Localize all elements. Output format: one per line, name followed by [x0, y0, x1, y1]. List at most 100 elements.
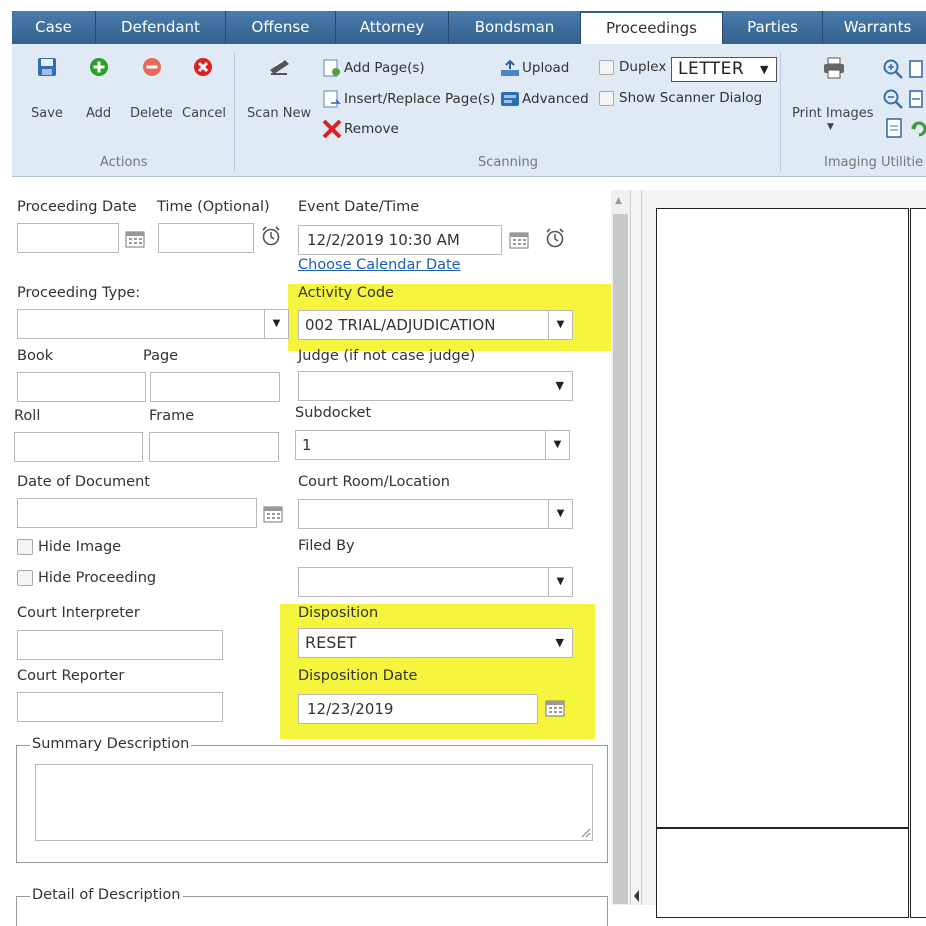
remove-button[interactable]: Remove: [322, 119, 399, 139]
add-pages-button[interactable]: Add Page(s): [322, 59, 425, 77]
ribbon-divider: [234, 52, 235, 172]
chevron-down-icon[interactable]: ▼: [264, 310, 288, 338]
collapse-arrow-icon[interactable]: [634, 890, 639, 902]
tab-proceedings[interactable]: Proceedings: [581, 11, 723, 44]
calendar-icon[interactable]: [545, 699, 565, 717]
frame-input[interactable]: [149, 432, 279, 462]
hide-proceeding-checkbox[interactable]: Hide Proceeding: [17, 570, 156, 586]
date-of-document-input[interactable]: [17, 498, 257, 528]
twain-icon: [500, 90, 520, 108]
proceeding-date-input[interactable]: [17, 223, 119, 253]
fit-width-icon[interactable]: [909, 90, 923, 112]
activity-code-select[interactable]: 002 TRIAL/ADJUDICATION ▼: [298, 310, 573, 340]
scroll-up-icon[interactable]: ▲: [615, 196, 622, 206]
hide-image-checkbox[interactable]: Hide Image: [17, 539, 121, 555]
chevron-down-icon[interactable]: ▼: [556, 372, 564, 400]
summary-description-textarea[interactable]: [35, 764, 593, 841]
chevron-down-icon[interactable]: ▼: [556, 629, 564, 657]
filed-by-label: Filed By: [298, 538, 355, 554]
insert-replace-pages-button[interactable]: Insert/Replace Page(s): [322, 90, 495, 108]
chevron-down-icon[interactable]: ▼: [548, 311, 572, 339]
save-button[interactable]: Save: [31, 106, 63, 121]
disposition-select[interactable]: RESET ▼: [298, 628, 573, 658]
show-scanner-dialog-box[interactable]: [599, 90, 614, 106]
cancel-button[interactable]: Cancel: [182, 106, 226, 121]
scan-new-button[interactable]: Scan New: [247, 106, 311, 121]
paper-size-select[interactable]: LETTER ▼: [671, 57, 777, 82]
tab-offense[interactable]: Offense: [226, 11, 336, 44]
save-icon[interactable]: [37, 57, 57, 81]
show-scanner-dialog-label: Show Scanner Dialog: [619, 90, 763, 106]
court-interpreter-input[interactable]: [17, 630, 223, 660]
book-input[interactable]: [17, 372, 146, 402]
insert-replace-label: Insert/Replace Page(s): [344, 91, 496, 107]
add-page-icon: [322, 59, 342, 77]
add-button[interactable]: Add: [86, 106, 111, 121]
delete-button[interactable]: Delete: [130, 106, 173, 121]
rotate-icon[interactable]: [910, 120, 926, 142]
tab-bar: Case Defendant Offense Attorney Bondsman…: [12, 11, 926, 44]
calendar-icon[interactable]: [263, 505, 283, 523]
roll-input[interactable]: [14, 432, 143, 462]
court-room-select[interactable]: ▼: [298, 499, 573, 529]
calendar-icon[interactable]: [125, 230, 145, 248]
page-input[interactable]: [150, 372, 280, 402]
tab-warrants[interactable]: Warrants: [823, 11, 926, 44]
scanner-icon[interactable]: [267, 56, 293, 82]
tab-parties[interactable]: Parties: [723, 11, 823, 44]
cancel-icon[interactable]: [193, 57, 213, 81]
zoom-in-icon[interactable]: [882, 58, 904, 84]
disposition-date-input[interactable]: 12/23/2019: [298, 694, 538, 724]
tab-attorney[interactable]: Attorney: [336, 11, 449, 44]
print-images-button[interactable]: Print Images: [792, 106, 874, 121]
fit-page-icon[interactable]: [909, 60, 923, 82]
printer-icon[interactable]: [822, 57, 846, 83]
actions-group-label: Actions: [100, 155, 148, 170]
tab-defendant[interactable]: Defendant: [96, 11, 226, 44]
upload-button[interactable]: Upload: [500, 59, 569, 77]
add-icon[interactable]: [89, 57, 109, 81]
time-input[interactable]: [158, 223, 254, 253]
zoom-out-icon[interactable]: [882, 88, 904, 114]
filed-by-select[interactable]: ▼: [298, 567, 573, 597]
tab-case[interactable]: Case: [12, 11, 96, 44]
scrollbar-thumb[interactable]: [613, 214, 628, 904]
duplex-checkbox[interactable]: Duplex: [599, 59, 666, 75]
page-thumbnail[interactable]: [910, 208, 926, 918]
remove-label: Remove: [344, 121, 399, 137]
show-scanner-dialog-checkbox[interactable]: Show Scanner Dialog: [599, 90, 762, 106]
alarm-clock-icon[interactable]: [544, 227, 566, 249]
resize-handle-icon[interactable]: [579, 826, 591, 838]
proceeding-type-select[interactable]: ▼: [17, 309, 289, 339]
print-dropdown-icon[interactable]: ▼: [827, 122, 834, 132]
upload-icon: [500, 59, 520, 77]
subdocket-select[interactable]: 1 ▼: [295, 430, 570, 460]
calendar-icon[interactable]: [509, 231, 529, 249]
hide-proceeding-box[interactable]: [17, 570, 33, 586]
form-scrollbar[interactable]: ▲: [611, 190, 630, 905]
judge-select[interactable]: ▼: [298, 371, 573, 401]
book-label: Book: [17, 348, 54, 364]
disposition-value: RESET: [305, 633, 357, 652]
choose-calendar-date-link[interactable]: Choose Calendar Date: [298, 257, 461, 273]
paper-size-value: LETTER: [678, 59, 745, 79]
summary-description-legend: Summary Description: [30, 736, 192, 752]
proceeding-type-label: Proceeding Type:: [17, 285, 141, 301]
hide-image-box[interactable]: [17, 539, 33, 555]
delete-icon[interactable]: [142, 57, 162, 81]
chevron-down-icon[interactable]: ▼: [545, 431, 569, 459]
duplex-checkbox-box[interactable]: [599, 59, 614, 75]
advanced-button[interactable]: Advanced: [500, 90, 589, 108]
page-thumbnail[interactable]: [656, 208, 909, 828]
tab-bondsman[interactable]: Bondsman: [449, 11, 581, 44]
court-reporter-input[interactable]: [17, 692, 223, 722]
chevron-down-icon[interactable]: ▼: [548, 568, 572, 596]
document-icon[interactable]: [886, 118, 902, 142]
activity-code-value: 002 TRIAL/ADJUDICATION: [305, 316, 496, 334]
disposition-label: Disposition: [298, 605, 379, 621]
chevron-down-icon[interactable]: ▼: [548, 500, 572, 528]
alarm-clock-icon[interactable]: [260, 225, 282, 247]
event-datetime-input[interactable]: 12/2/2019 10:30 AM: [298, 225, 502, 255]
upload-label: Upload: [522, 60, 570, 76]
pane-splitter[interactable]: [630, 190, 642, 905]
